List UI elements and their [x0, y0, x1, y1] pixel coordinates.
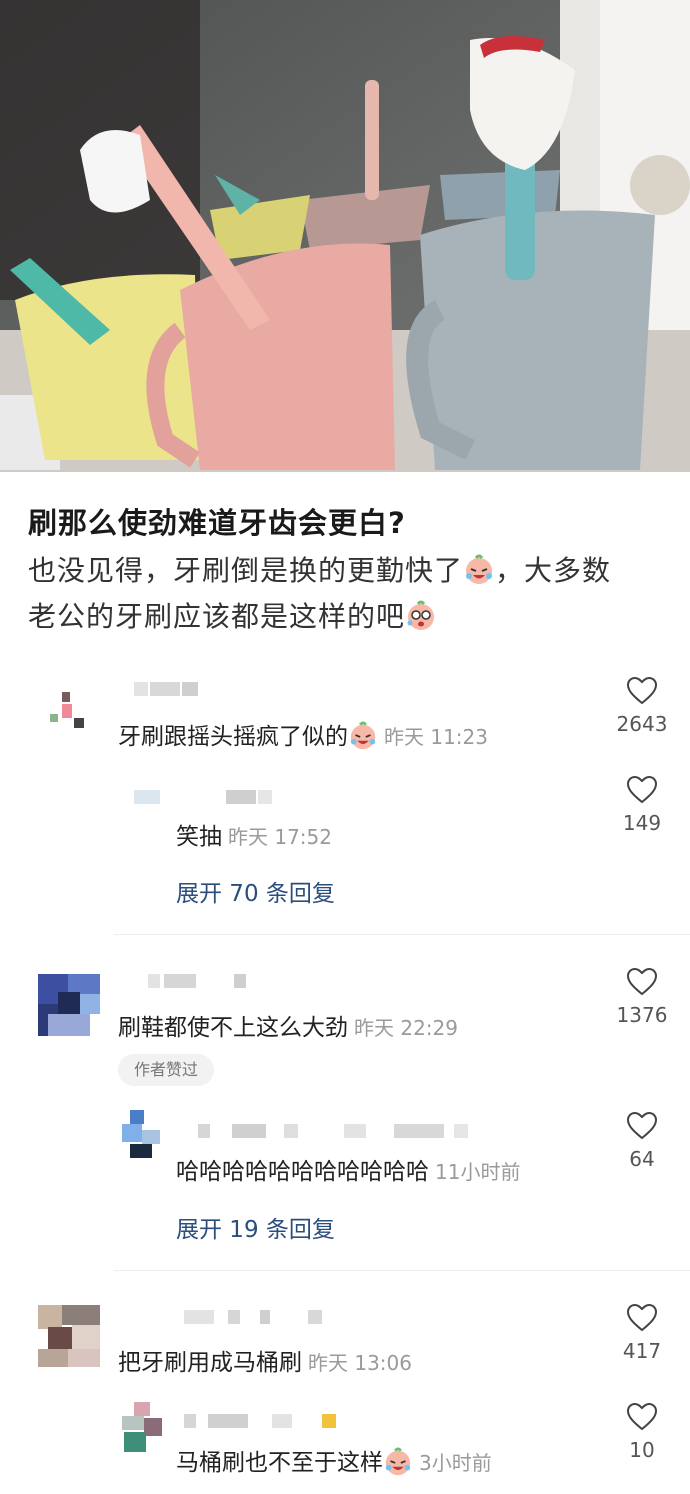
laughing-crying-emoji-icon — [385, 1447, 411, 1476]
expand-replies-link[interactable]: 展开 19 条回复 — [176, 1210, 335, 1244]
comment-time: 昨天 13:06 — [308, 1351, 412, 1375]
divider — [114, 934, 690, 935]
like-count: 417 — [622, 1339, 662, 1363]
reply-text[interactable]: 哈哈哈哈哈哈哈哈哈哈哈 11小时前 — [176, 1152, 520, 1186]
like-count: 10 — [629, 1438, 655, 1462]
like-button[interactable]: 417 — [607, 1303, 677, 1363]
avatar[interactable] — [122, 1402, 162, 1452]
heart-icon[interactable] — [626, 775, 658, 805]
heart-icon[interactable] — [626, 1303, 658, 1333]
username-blurred[interactable] — [134, 682, 204, 696]
comment-text[interactable]: 刷鞋都使不上这么大劲 昨天 22:29 — [118, 1008, 458, 1042]
author-liked-badge: 作者赞过 — [118, 1054, 214, 1086]
like-count: 1376 — [616, 1003, 668, 1027]
reply-time: 11小时前 — [435, 1160, 521, 1184]
shocked-emoji-icon — [407, 600, 435, 630]
post-body-line2: 老公的牙刷应该都是这样的吧 — [28, 600, 406, 633]
heart-icon[interactable] — [626, 1111, 658, 1141]
username-blurred[interactable] — [134, 790, 274, 804]
username-blurred[interactable] — [134, 1310, 334, 1324]
like-count: 149 — [622, 811, 662, 835]
heart-icon[interactable] — [626, 1402, 658, 1432]
heart-icon[interactable] — [626, 967, 658, 997]
like-button[interactable]: 1376 — [607, 967, 677, 1027]
reply-text[interactable]: 马桶刷也不至于这样 3小时前 — [176, 1443, 492, 1477]
post-body-line1: 也没见得，牙刷倒是换的更勤快了 — [28, 554, 464, 587]
post-body-line1-tail: ，大多数 — [495, 554, 612, 587]
laughing-crying-emoji-icon — [350, 721, 376, 750]
reply-time: 昨天 17:52 — [228, 825, 332, 849]
comment-text[interactable]: 牙刷跟摇头摇疯了似的 昨天 11:23 — [118, 717, 488, 751]
post-photo[interactable] — [0, 0, 690, 472]
like-button[interactable]: 149 — [607, 775, 677, 835]
post-body: 也没见得，牙刷倒是换的更勤快了 ，大多数 老公的牙刷应该都是这样的吧 — [28, 548, 668, 640]
username-blurred[interactable] — [134, 974, 254, 988]
like-count: 2643 — [616, 712, 668, 736]
comment-time: 昨天 22:29 — [354, 1016, 458, 1040]
username-blurred[interactable] — [176, 1124, 476, 1138]
post-title: 刷那么使劲难道牙齿会更白? — [28, 506, 406, 540]
expand-replies-link[interactable]: 展开 70 条回复 — [176, 874, 335, 908]
laughing-crying-emoji-icon — [466, 554, 493, 584]
reply-time: 3小时前 — [419, 1451, 492, 1475]
avatar[interactable] — [38, 1305, 100, 1367]
avatar[interactable] — [122, 1110, 160, 1158]
heart-icon[interactable] — [626, 676, 658, 706]
reply-text[interactable]: 笑抽 昨天 17:52 — [176, 817, 332, 851]
avatar[interactable] — [38, 974, 100, 1036]
divider — [114, 1270, 690, 1271]
like-button[interactable]: 64 — [607, 1111, 677, 1171]
like-count: 64 — [629, 1147, 655, 1171]
avatar[interactable] — [46, 692, 86, 732]
comment-text[interactable]: 把牙刷用成马桶刷 昨天 13:06 — [118, 1343, 412, 1377]
username-blurred[interactable] — [176, 1414, 356, 1428]
comment-time: 昨天 11:23 — [384, 725, 488, 749]
like-button[interactable]: 10 — [607, 1402, 677, 1462]
like-button[interactable]: 2643 — [607, 676, 677, 736]
